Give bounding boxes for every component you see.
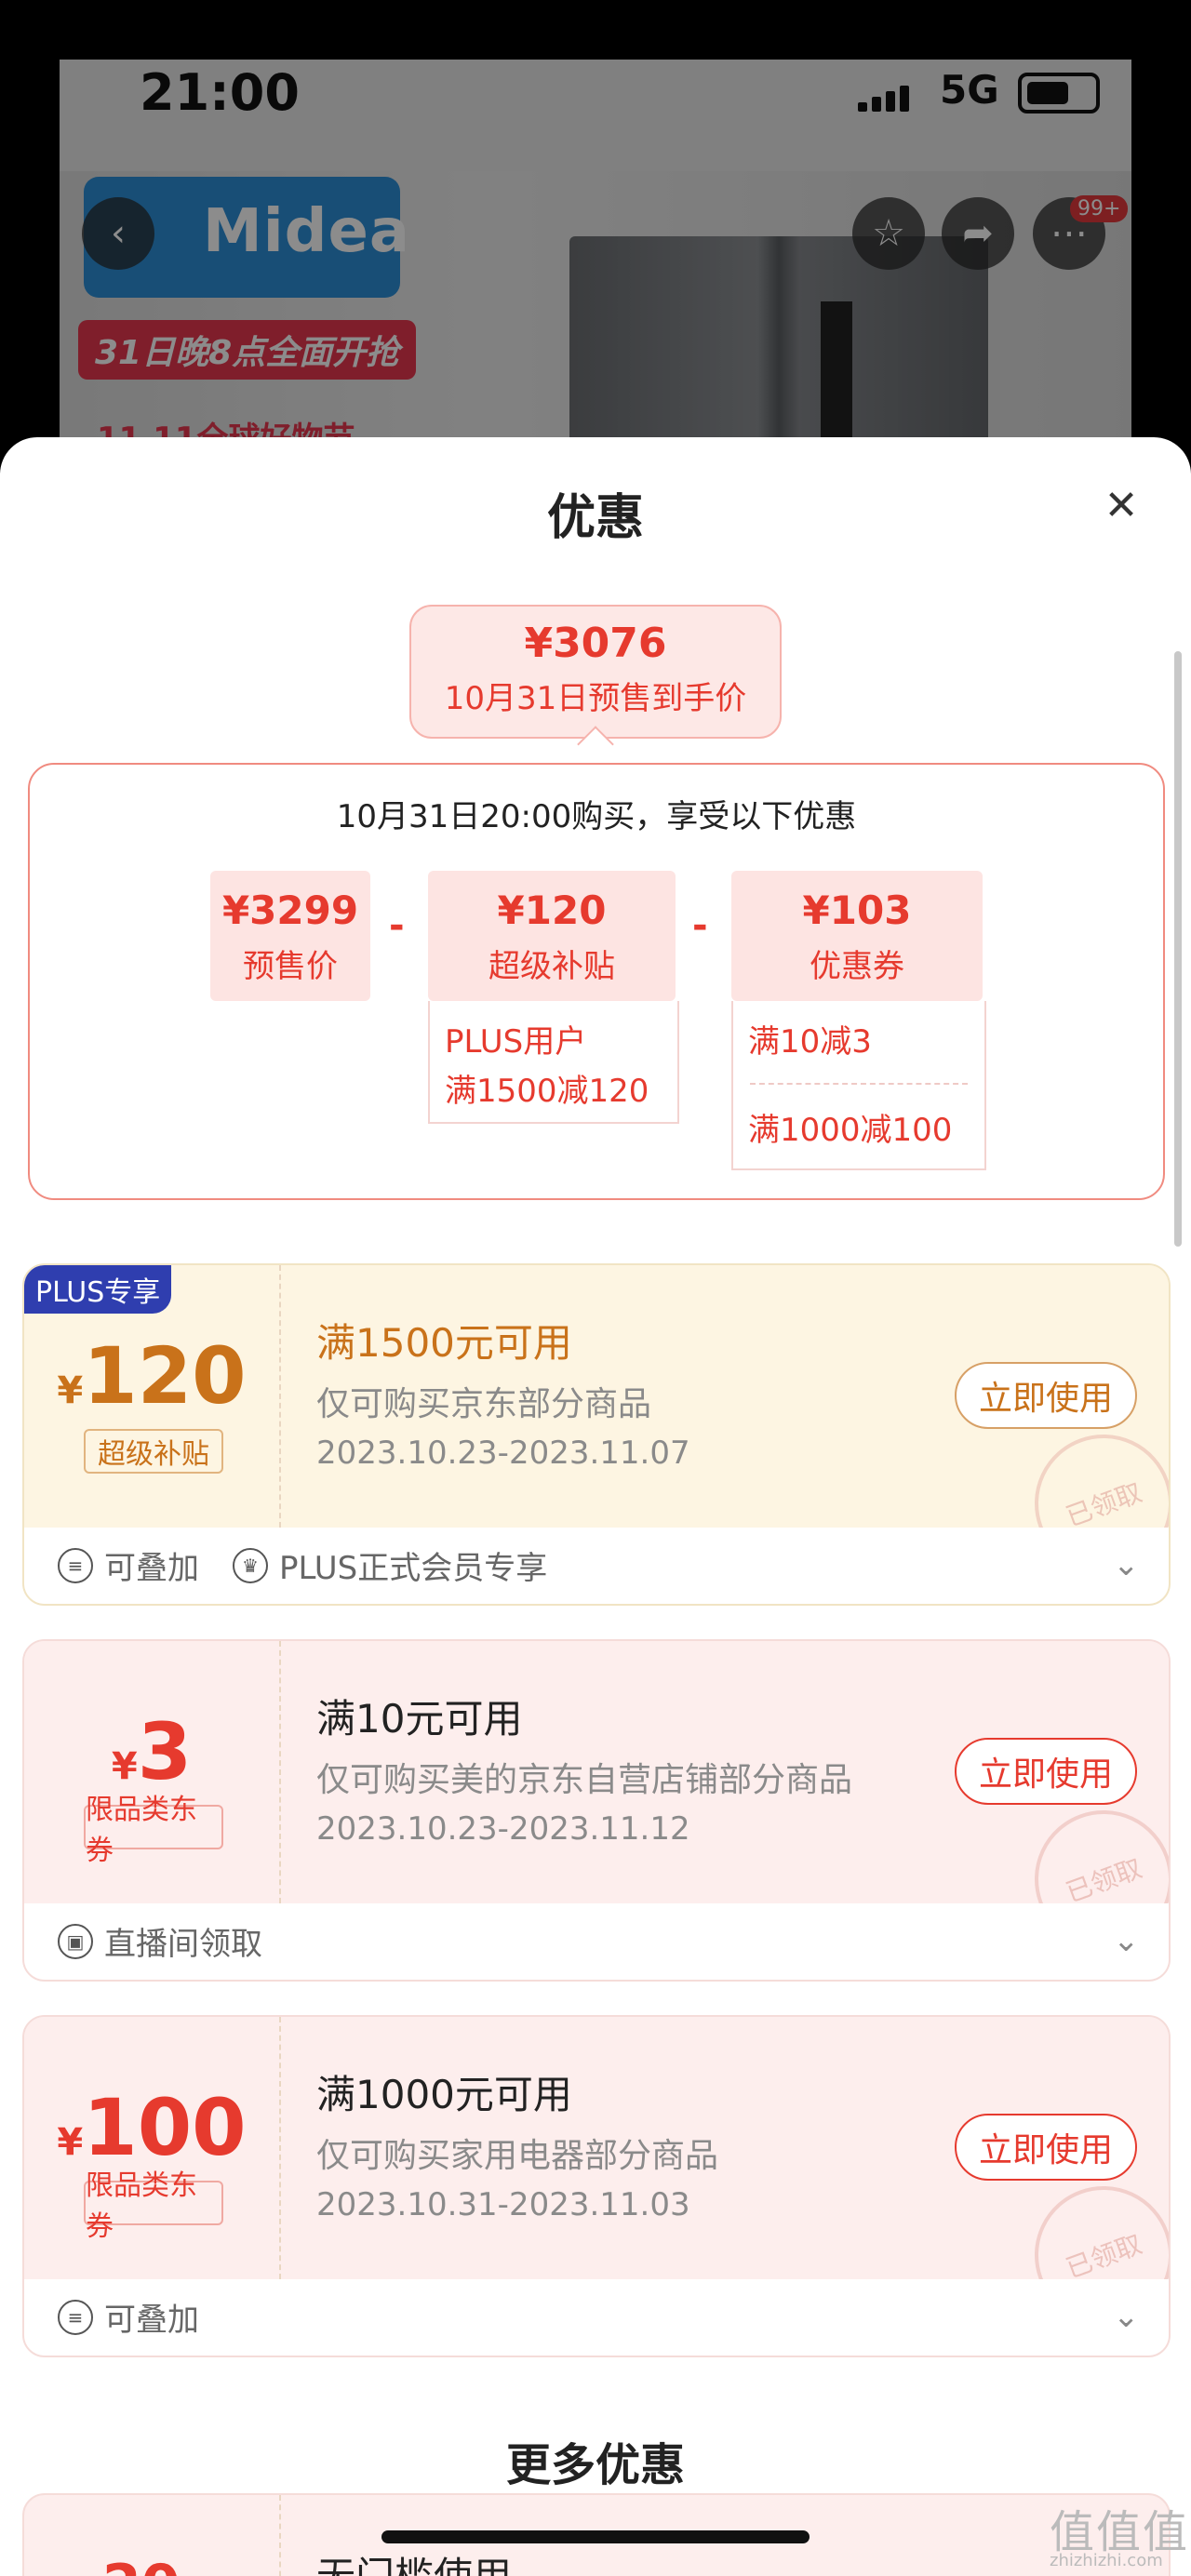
use-now-button[interactable]: 立即使用	[955, 1738, 1137, 1805]
subsidy-detail-line1: PLUS用户	[445, 1023, 587, 1061]
coupon-card: PLUS专享 ¥120 超级补贴 满1500元可用 仅可购买京东部分商品 202…	[22, 1263, 1171, 1606]
live-icon: ▣	[58, 1923, 93, 1959]
coupon-total-value: ¥103	[802, 888, 912, 933]
subsidy-label: 超级补贴	[488, 948, 615, 985]
subsidy-value: ¥120	[497, 888, 607, 933]
coupon-amount: ¥120	[57, 1330, 247, 1421]
discount-sheet: 优惠 ✕ ¥3076 10月31日预售到手价 10月31日20:00购买，享受以…	[0, 437, 1191, 2576]
crown-icon: ♛	[233, 1547, 268, 1583]
subsidy-item: ¥120 超级补贴	[428, 871, 676, 1001]
minus-sign: -	[389, 904, 405, 947]
chevron-down-icon[interactable]: ⌄	[1113, 2298, 1140, 2335]
tag-stackable: ≡ 可叠加	[58, 1542, 199, 1588]
close-icon: ✕	[1104, 481, 1139, 529]
coupon-condition: 满1000元可用	[316, 2072, 572, 2117]
coupon-amount: ¥100	[57, 2082, 247, 2173]
presale-price-value: ¥3299	[221, 888, 359, 933]
coupon-tags[interactable]: ▣ 直播间领取 ⌄	[24, 1903, 1169, 1980]
coupon-validity: 2023.10.23-2023.11.07	[316, 1435, 690, 1472]
coupon-scope: 仅可购买京东部分商品	[316, 1385, 652, 1423]
coupon-amount: ¥3	[111, 1706, 193, 1797]
coupon-detail: 满10减3 满1000减100	[731, 1001, 986, 1170]
tag-plus-member: ♛ PLUS正式会员专享	[233, 1542, 547, 1588]
stack-icon: ≡	[58, 2299, 93, 2335]
coupon-type: 限品类东券	[84, 1794, 223, 1867]
use-now-button[interactable]: 立即使用	[955, 2114, 1137, 2181]
final-price: ¥3076	[524, 620, 667, 667]
coupon-scope: 仅可购买美的京东自营店铺部分商品	[316, 1761, 853, 1799]
presale-price-item: ¥3299 预售价	[210, 871, 370, 1001]
coupon-scope: 仅可购买家用电器部分商品	[316, 2137, 719, 2175]
coupon-amount: 20	[102, 2553, 181, 2576]
presale-price-label: 预售价	[243, 948, 338, 985]
final-price-tag: ¥3076 10月31日预售到手价	[409, 605, 782, 739]
watermark-url: zhizhizhi.com	[1050, 2551, 1163, 2570]
stack-icon: ≡	[58, 1547, 93, 1583]
chevron-down-icon[interactable]: ⌄	[1113, 1546, 1140, 1583]
coupon-card: ¥100 限品类东券 满1000元可用 仅可购买家用电器部分商品 2023.10…	[22, 2015, 1171, 2357]
price-breakdown: 10月31日20:00购买，享受以下优惠 ¥3299 预售价 - ¥120 超级…	[28, 763, 1165, 1200]
coupon-validity: 2023.10.23-2023.11.12	[316, 1810, 690, 1848]
coupon-validity: 2023.10.31-2023.11.03	[316, 2186, 690, 2223]
use-now-button[interactable]: 立即使用	[955, 1362, 1137, 1429]
close-button[interactable]: ✕	[1098, 481, 1144, 529]
coupon-detail-line1: 满10减3	[748, 1023, 872, 1061]
coupon-condition: 满10元可用	[316, 1696, 523, 1742]
coupon-type: 超级补贴	[84, 1429, 223, 1474]
subsidy-detail-line2: 满1500减120	[445, 1073, 649, 1110]
minus-sign: -	[692, 904, 708, 947]
scrollbar[interactable]	[1174, 651, 1182, 1247]
coupon-tags[interactable]: ≡ 可叠加 ⌄	[24, 2279, 1169, 2356]
coupon-detail-line2: 满1000减100	[748, 1112, 953, 1149]
coupon-condition: 无门槛使用	[316, 2545, 512, 2576]
coupon-tags[interactable]: ≡ 可叠加 ♛ PLUS正式会员专享 ⌄	[24, 1528, 1169, 1604]
home-indicator[interactable]	[381, 2530, 810, 2543]
breakdown-header: 10月31日20:00购买，享受以下优惠	[336, 798, 857, 835]
coupon-total-label: 优惠券	[810, 948, 904, 985]
coupon-item: ¥103 优惠券	[731, 871, 983, 1001]
coupon-type: 限品类东券	[84, 2169, 223, 2243]
subsidy-detail: PLUS用户 满1500减120	[428, 1001, 679, 1124]
final-price-label: 10月31日预售到手价	[444, 680, 747, 717]
more-discounts-title: 更多优惠	[505, 2439, 685, 2491]
coupon-card: ¥3 限品类东券 满10元可用 仅可购买美的京东自营店铺部分商品 2023.10…	[22, 1639, 1171, 1982]
sheet-title: 优惠	[546, 490, 644, 546]
screen: 21:00 5G Midea 31日晚8点全面开抢 11.11全球好物节 ‹ ☆…	[0, 0, 1191, 2576]
plus-badge: PLUS专享	[24, 1265, 172, 1314]
tag-stackable: ≡ 可叠加	[58, 2294, 199, 2340]
coupon-condition: 满1500元可用	[316, 1320, 572, 1366]
tag-live-room: ▣ 直播间领取	[58, 1918, 262, 1964]
chevron-down-icon[interactable]: ⌄	[1113, 1922, 1140, 1959]
